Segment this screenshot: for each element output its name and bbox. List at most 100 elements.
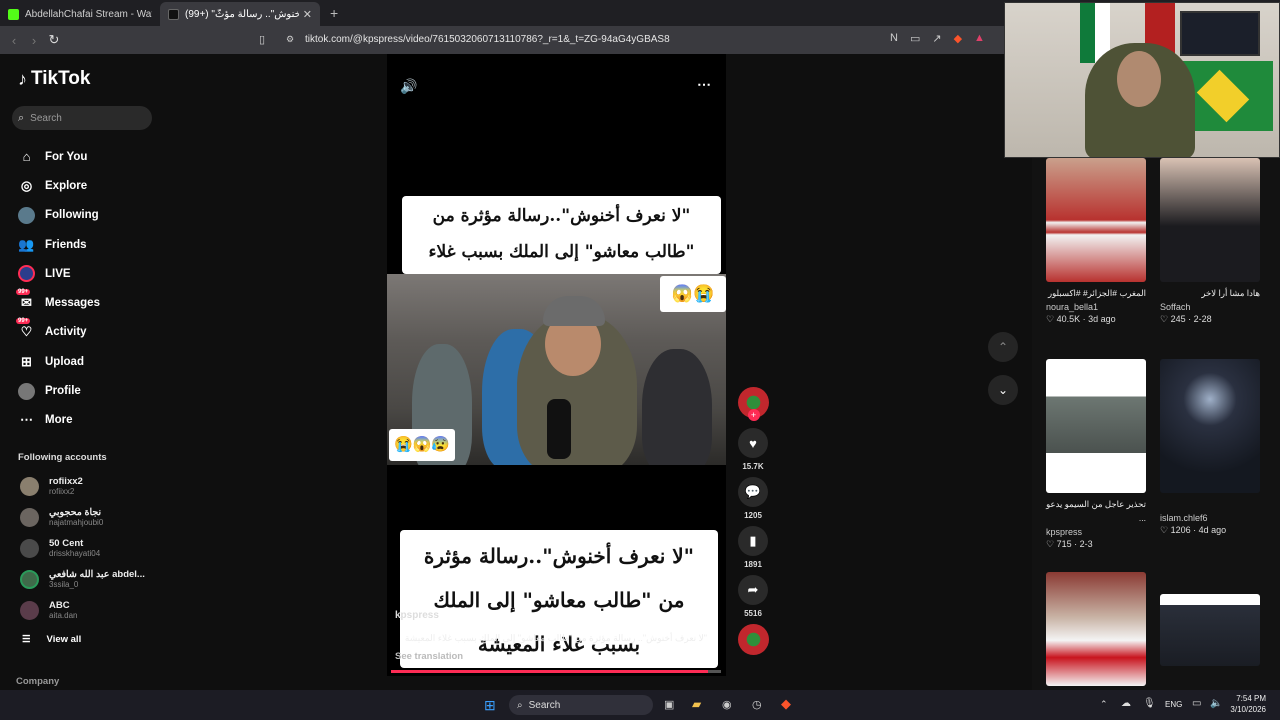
video-progress-bar[interactable] [391, 670, 721, 673]
company-link[interactable]: Company [16, 676, 59, 687]
sidebar-item-label: Following [45, 209, 99, 222]
screen-icon[interactable]: ▭ [910, 32, 920, 45]
site-info-icon[interactable]: ⚙ [286, 34, 294, 45]
avatar [20, 569, 39, 589]
comment-button[interactable]: 💬 1205 [736, 477, 770, 520]
sidebar-item-live[interactable]: LIVE [18, 259, 100, 288]
share-button[interactable]: ➦ 5516 [736, 575, 770, 618]
volume-icon[interactable]: 🔊 [400, 78, 417, 95]
search-input[interactable]: ⌕ Search [12, 106, 152, 130]
emoji-sticker-bottom: 😭😱😰 [389, 429, 455, 461]
related-video-card[interactable] [1160, 594, 1260, 666]
tray-expand-icon[interactable]: ⌃ [1100, 699, 1108, 710]
save-button[interactable]: ▮ 1891 [736, 526, 770, 569]
see-translation-link[interactable]: See translation [395, 651, 463, 662]
tiktok-logo[interactable]: ♪ TikTok [18, 68, 90, 90]
back-icon[interactable]: ‹ [4, 33, 24, 48]
new-tab-button[interactable]: + [330, 5, 338, 21]
sidebar-item-more[interactable]: ⋯ More [18, 406, 100, 435]
video-stats-text: 715 · 2-3 [1056, 539, 1093, 549]
creator-avatar[interactable]: + [737, 387, 769, 421]
sidebar-item-activity[interactable]: ♡ 99+ Activity [16, 317, 100, 347]
following-account[interactable]: ABC aita.dan [20, 600, 77, 620]
video-headline-top: "لا نعرف أخنوش"..رسالة مؤثرة من "طالب مع… [402, 196, 721, 298]
related-video-card[interactable]: هادا مشا أرا لاخر Soffach ♡ 245 · 2-28 [1160, 158, 1260, 325]
related-video-card[interactable]: islam.chlef6 ♡ 1206 · 4d ago [1160, 359, 1260, 536]
messages-icon: ✉ 99+ [16, 288, 32, 311]
bookmark-icon[interactable]: ▯ [259, 33, 265, 46]
view-all-button[interactable]: ☰ View all [22, 634, 81, 645]
taskbar-search[interactable]: ⌕ Search [509, 695, 653, 715]
language-indicator[interactable]: ENG [1165, 700, 1182, 709]
sidebar-item-messages[interactable]: ✉ 99+ Messages [16, 288, 100, 317]
file-explorer-icon[interactable]: ▰ [692, 697, 701, 711]
following-account[interactable]: عبد الله شافعي abdel... 3ssila_0 [20, 569, 145, 589]
tab-stream[interactable]: AbdellahChafai Stream - Watch Live [0, 2, 160, 26]
sidebar-item-following[interactable]: Following [18, 201, 100, 230]
sidebar-item-label: Messages [45, 297, 100, 310]
reader-icon[interactable]: N [890, 32, 898, 45]
close-tab-icon[interactable]: ✕ [303, 8, 312, 21]
brave-browser-icon[interactable]: ◆ [781, 696, 791, 712]
windows-start-icon[interactable]: ⊞ [484, 697, 496, 714]
clock-time: 7:54 PM [1236, 694, 1266, 703]
heart-icon: ♡ [1046, 314, 1057, 324]
video-headline-bottom: "لا نعرف أخنوش"..رسالة مؤثرة من "طالب مع… [400, 530, 718, 668]
camera-app-icon[interactable]: ◉ [722, 698, 732, 711]
share-count: 5516 [744, 609, 762, 618]
related-video-card[interactable]: المغرب #الجزائر# #اكسبلور noura_bella1 ♡… [1046, 158, 1146, 325]
video-thumbnail [1046, 359, 1146, 493]
clock-app-icon[interactable]: ◷ [752, 698, 762, 711]
next-video-icon[interactable]: ⌄ [988, 375, 1018, 405]
like-button[interactable]: ♥ 15.7K [736, 428, 770, 471]
forward-icon[interactable]: › [24, 33, 44, 48]
volume-icon[interactable]: 🔈 [1210, 698, 1222, 709]
video-thumbnail [1160, 359, 1260, 493]
tab-title: AbdellahChafai Stream - Watch Live [25, 8, 152, 20]
heart-icon: ♡ [1046, 539, 1057, 549]
account-name: نجاة محجوبي [49, 507, 102, 518]
video-thumbnail [1160, 594, 1260, 666]
profile-icon [18, 382, 35, 400]
video-thumbnail [1046, 572, 1146, 686]
video-user: noura_bella1 [1046, 302, 1099, 312]
sidebar-item-friends[interactable]: 👥 Friends [18, 230, 100, 259]
tab-tiktok[interactable]: (99+) "لا نعرف أخنوش".. رسالة مؤثّ ✕ [160, 2, 320, 26]
network-icon[interactable]: ▭ [1192, 698, 1201, 709]
following-account[interactable]: نجاة محجوبي najatmahjoubi0 [20, 507, 103, 527]
search-icon: ⌕ [18, 111, 25, 124]
sidebar-item-profile[interactable]: Profile [18, 376, 100, 405]
streamer-face [1117, 51, 1161, 107]
avatar [20, 507, 39, 527]
related-video-card[interactable] [1046, 572, 1146, 686]
more-options-icon[interactable]: ⋯ [697, 76, 711, 93]
messages-badge: 99+ [16, 288, 31, 295]
share-icon[interactable]: ↗ [932, 32, 941, 45]
video-title: المغرب #الجزائر# #اكسبلور [1048, 288, 1146, 298]
brave-shield-icon[interactable]: ◆ [954, 32, 962, 45]
sidebar-item-explore[interactable]: ◎ Explore [18, 171, 100, 200]
previous-video-icon[interactable]: ⌃ [988, 332, 1018, 362]
following-account[interactable]: rofiixx2 rofiixx2 [20, 476, 83, 496]
url-input[interactable]: tiktok.com/@kpspress/video/7615032060713… [305, 34, 670, 45]
follow-plus-icon[interactable]: + [747, 409, 760, 421]
rewards-icon[interactable]: ▲ [974, 32, 985, 45]
sidebar-item-for-you[interactable]: ⌂ For You [18, 142, 100, 171]
task-view-icon[interactable]: ▣ [664, 698, 674, 711]
sidebar-item-label: Upload [45, 355, 84, 368]
related-video-card[interactable]: تحذير عاجل من السيمو يدعو ... kpspress ♡… [1046, 359, 1146, 550]
video-author[interactable]: kpspress [395, 610, 439, 621]
video-stats: ♡ 40.5K · 3d ago [1046, 314, 1146, 325]
sidebar-item-upload[interactable]: ⊞ Upload [18, 347, 100, 376]
live-icon [18, 265, 35, 283]
video-user: kpspress [1046, 527, 1083, 537]
following-account[interactable]: 50 Cent drisskhayati04 [20, 538, 100, 558]
video-stats-text: 245 · 2-28 [1170, 314, 1212, 324]
microphone-icon[interactable]: 🎙 [1143, 698, 1156, 709]
clock[interactable]: 7:54 PM 3/10/2026 [1230, 693, 1266, 715]
reload-icon[interactable]: ↻ [44, 32, 64, 48]
clock-date: 3/10/2026 [1230, 705, 1266, 714]
music-disc-avatar[interactable] [737, 624, 769, 655]
account-handle: najatmahjoubi0 [49, 518, 104, 527]
cloud-icon[interactable]: ☁ [1121, 698, 1131, 709]
